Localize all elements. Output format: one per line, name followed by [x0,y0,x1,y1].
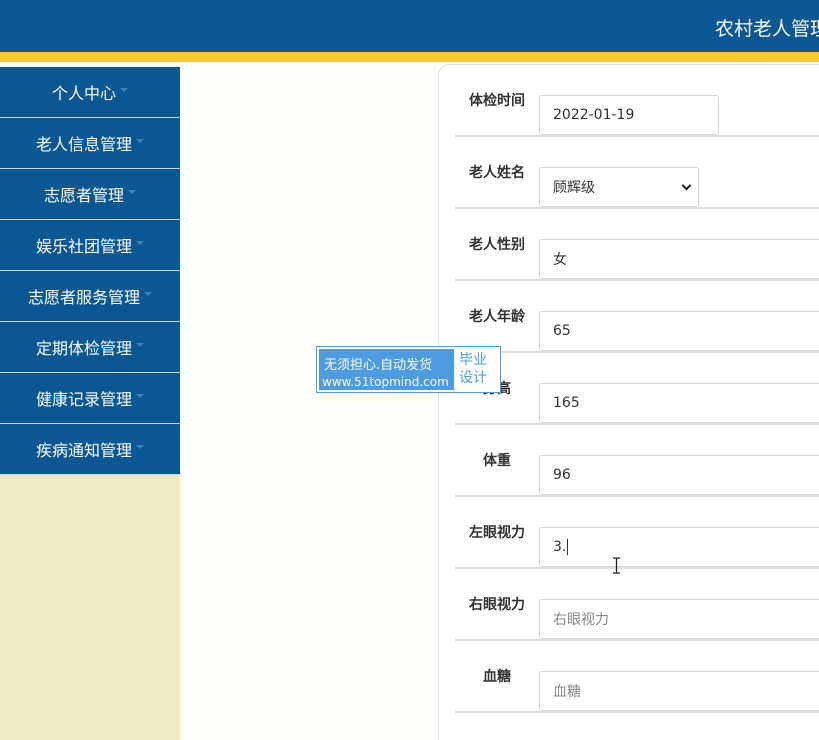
sidebar-item-checkups[interactable]: 定期体检管理 [0,322,180,373]
elder-gender-label: 老人性别 [469,237,525,253]
caret-down-icon [136,139,144,143]
form-row-elder-gender: 老人性别 女 [455,209,819,281]
weight-label: 体重 [483,453,511,469]
exam-time-value: 2022-01-19 [553,107,635,123]
sidebar-item-label: 定期体检管理 [35,339,132,358]
watermark-banner: 无须担心.自动发货 www.51topmind.com 毕业设计 [316,346,501,393]
elder-gender-input[interactable]: 女 [539,239,819,279]
exam-time-label: 体检时间 [469,93,525,109]
form-row-exam-time: 体检时间 2022-01-19 [455,65,819,137]
right-vision-label: 右眼视力 [469,597,525,613]
chevron-down-icon [681,180,692,190]
caret-down-icon [136,394,144,398]
text-caret [567,539,569,555]
sidebar-item-elder-info[interactable]: 老人信息管理 [0,118,180,169]
form-row-elder-age: 老人年龄 65 [455,281,819,353]
text-cursor-icon [613,557,620,574]
sidebar-item-health-records[interactable]: 健康记录管理 [0,373,180,424]
sidebar-item-label: 娱乐社团管理 [35,237,132,256]
caret-down-icon [128,190,136,194]
watermark-line2: www.51topmind.com [322,375,449,389]
sidebar: 个人中心 老人信息管理 志愿者管理 娱乐社团管理 志愿者服务管理 定期体检管理 … [0,67,180,740]
blood-sugar-input[interactable]: 血糖 [539,671,819,711]
weight-input[interactable]: 96 [539,455,819,495]
blood-sugar-label: 血糖 [483,669,511,685]
form-row-height: 身高 165 [455,353,819,425]
sidebar-item-label: 疾病通知管理 [35,441,132,460]
sidebar-item-clubs[interactable]: 娱乐社团管理 [0,220,180,271]
height-input[interactable]: 165 [539,383,819,423]
left-vision-input[interactable]: 3. [539,527,819,567]
sidebar-item-volunteers[interactable]: 志愿者管理 [0,169,180,220]
header-accent-stripe [0,52,819,62]
elder-gender-value: 女 [553,252,567,268]
right-vision-input[interactable]: 右眼视力 [539,599,819,639]
form-row-weight: 体重 96 [455,425,819,497]
elder-age-label: 老人年龄 [469,309,525,325]
sidebar-item-label: 志愿者管理 [43,186,124,205]
exam-time-input[interactable]: 2022-01-19 [539,95,719,135]
right-vision-placeholder: 右眼视力 [553,612,609,628]
caret-down-icon [136,241,144,245]
caret-down-icon [136,343,144,347]
watermark-line1: 无须担心.自动发货 [324,358,433,373]
form-row-elder-name: 老人姓名 顾辉级 [455,137,819,209]
sidebar-item-label: 志愿者服务管理 [27,288,140,307]
elder-age-input[interactable]: 65 [539,311,819,351]
top-header: 农村老人管理 [0,0,819,52]
sidebar-item-label: 老人信息管理 [35,135,132,154]
form-row-right-vision: 右眼视力 右眼视力 [455,569,819,641]
sidebar-item-label: 个人中心 [51,84,116,103]
blood-sugar-placeholder: 血糖 [553,684,581,700]
caret-down-icon [136,445,144,449]
sidebar-item-label: 健康记录管理 [35,390,132,409]
sidebar-item-disease-notices[interactable]: 疾病通知管理 [0,424,180,475]
left-vision-value: 3. [553,539,567,555]
sidebar-item-personal-center[interactable]: 个人中心 [0,67,180,118]
checkup-form-panel: 体检时间 2022-01-19 老人姓名 顾辉级 老人性别 女 老人年龄 65 … [438,64,819,740]
left-vision-label: 左眼视力 [469,525,525,541]
watermark-badge: 毕业设计 [459,352,487,386]
form-row-left-vision: 左眼视力 3. [455,497,819,569]
weight-value: 96 [553,467,571,483]
height-value: 165 [553,395,580,411]
form-row-blood-sugar: 血糖 血糖 [455,641,819,713]
elder-name-select[interactable]: 顾辉级 [539,167,699,207]
elder-age-value: 65 [553,323,571,339]
elder-name-label: 老人姓名 [469,165,525,181]
caret-down-icon [120,88,128,92]
elder-name-value: 顾辉级 [553,180,595,196]
app-title: 农村老人管理 [715,18,819,40]
sidebar-item-volunteer-services[interactable]: 志愿者服务管理 [0,271,180,322]
caret-down-icon [144,292,152,296]
